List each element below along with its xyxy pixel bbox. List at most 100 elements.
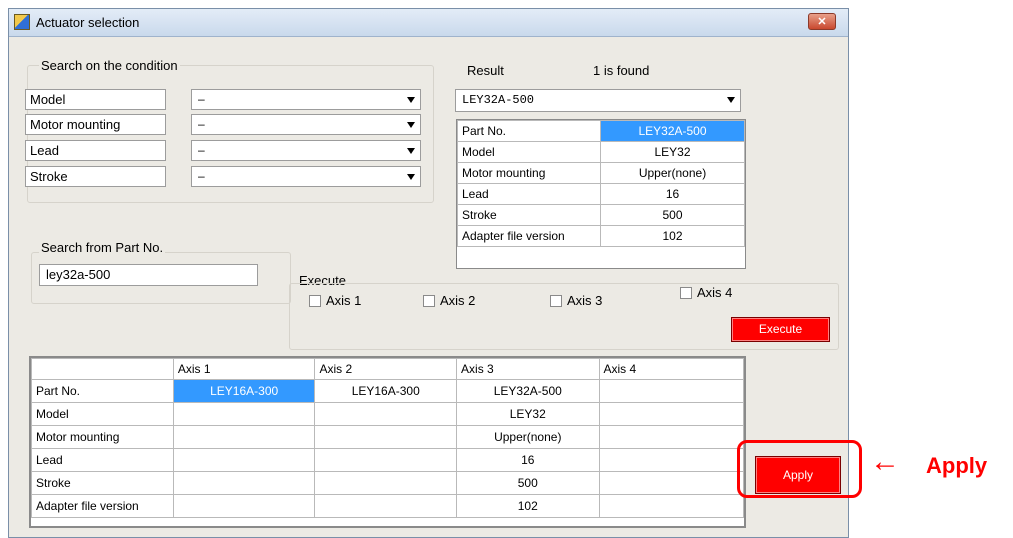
result-value[interactable]: 102 [600,225,745,247]
close-icon: ✕ [817,16,827,28]
axis-table-cell[interactable] [598,494,744,518]
axis-table-cell[interactable] [598,379,744,403]
axis-table-header: Axis 1 Axis 2 Axis 3 Axis 4 [31,358,744,380]
axis-table-cell[interactable] [314,494,458,518]
annotation-arrow: ← [870,445,900,478]
axis-table-cell[interactable]: LEY32A-500 [456,379,600,403]
axis-1-label: Axis 1 [326,293,362,308]
result-key: Lead [457,183,601,205]
axis-2-label: Axis 2 [440,293,476,308]
axis-table-cell[interactable]: 16 [456,448,600,472]
axis-table-key: Model [31,402,174,426]
axis-table-header-cell[interactable]: Axis 1 [172,358,316,380]
axis-table-header-cell[interactable]: Axis 3 [456,358,600,380]
axis-table-key: Adapter file version [31,494,174,518]
part-number-value: ley32a-500 [46,267,111,282]
axis-table-row[interactable]: Part No. LEY16A-300 LEY16A-300 LEY32A-500 [31,379,744,403]
axis-table-frame: Axis 1 Axis 2 Axis 3 Axis 4 Part No. LEY16A-3… [29,356,746,528]
execute-button[interactable]: Execute [731,317,830,342]
axis-table-cell[interactable] [172,425,316,449]
condition-select-model[interactable]: – [191,89,421,110]
axis-table-header-cell[interactable]: Axis 2 [314,358,458,380]
chevron-down-icon [407,97,415,103]
result-row[interactable]: Model LEY32 [457,141,745,163]
axis-table-key: Lead [31,448,174,472]
condition-select-lead[interactable]: – [191,140,421,161]
result-value[interactable]: 500 [600,204,745,226]
condition-label-model: Model [25,89,166,110]
result-label: Result [467,63,504,78]
result-row[interactable]: Part No. LEY32A-500 [457,120,745,142]
axis-table-cell[interactable] [172,471,316,495]
result-key: Stroke [457,204,601,226]
result-table: Part No. LEY32A-500 Model LEY32 Motor mounti… [457,120,745,247]
axis-table-cell[interactable] [598,425,744,449]
result-key: Motor mounting [457,162,601,184]
result-row[interactable]: Motor mounting Upper(none) [457,162,745,184]
axis-table-row[interactable]: Model LEY32 [31,402,744,426]
axis-table-cell[interactable]: LEY32 [456,402,600,426]
condition-select-value: – [198,169,205,183]
result-select-value: LEY32A-500 [462,93,535,107]
part-number-input[interactable]: ley32a-500 [39,264,258,286]
result-row[interactable]: Adapter file version 102 [457,225,745,247]
axis-table-row[interactable]: Stroke 500 [31,471,744,495]
axis-table-key: Part No. [31,379,174,403]
axis-4-checkbox[interactable] [680,287,692,299]
axis-table-cell[interactable] [172,402,316,426]
result-select[interactable]: LEY32A-500 [455,89,741,112]
condition-group-label: Search on the condition [39,58,180,73]
axis-table-cell[interactable]: 500 [456,471,600,495]
axis-table-cell[interactable] [172,494,316,518]
execute-button-label: Execute [758,322,803,336]
part-search-group-label: Search from Part No. [39,240,166,255]
chevron-down-icon [727,97,735,103]
result-key: Model [457,141,601,163]
condition-label-lead: Lead [25,140,166,161]
condition-select-value: – [198,92,205,106]
close-button[interactable]: ✕ [808,13,836,30]
axis-table-row[interactable]: Adapter file version 102 [31,494,744,518]
condition-select-stroke[interactable]: – [191,166,421,187]
axis-table-key: Stroke [31,471,174,495]
result-table-frame: Part No. LEY32A-500 Model LEY32 Motor mounti… [456,119,746,269]
result-value[interactable]: 16 [600,183,745,205]
axis-table-cell[interactable] [314,402,458,426]
condition-select-motor-mounting[interactable]: – [191,114,421,135]
axis-table-cell[interactable]: 102 [456,494,600,518]
axis-table-cell[interactable] [598,471,744,495]
axis-table: Axis 1 Axis 2 Axis 3 Axis 4 Part No. LEY16A-3… [31,358,744,518]
axis-table-header-cell[interactable] [31,358,174,380]
result-count: 1 is found [593,63,650,78]
app-icon [14,14,30,30]
axis-table-cell[interactable]: LEY16A-300 [172,379,316,403]
chevron-down-icon [407,122,415,128]
axis-table-row[interactable]: Motor mounting Upper(none) [31,425,744,449]
result-value[interactable]: Upper(none) [600,162,745,184]
result-row[interactable]: Lead 16 [457,183,745,205]
apply-highlight-box [737,440,862,498]
axis-table-cell[interactable] [598,448,744,472]
axis-3-checkbox[interactable] [550,295,562,307]
axis-2-checkbox[interactable] [423,295,435,307]
axis-table-cell[interactable] [172,448,316,472]
axis-table-cell[interactable] [314,448,458,472]
axis-table-cell[interactable] [314,471,458,495]
axis-table-cell[interactable]: Upper(none) [456,425,600,449]
axis-table-cell[interactable] [598,402,744,426]
axis-3-label: Axis 3 [567,293,603,308]
result-row[interactable]: Stroke 500 [457,204,745,226]
condition-select-value: – [198,117,205,131]
axis-table-key: Motor mounting [31,425,174,449]
axis-table-row[interactable]: Lead 16 [31,448,744,472]
chevron-down-icon [407,148,415,154]
result-value[interactable]: LEY32A-500 [600,120,745,142]
condition-select-value: – [198,143,205,157]
axis-table-cell[interactable] [314,425,458,449]
result-value[interactable]: LEY32 [600,141,745,163]
annotation-label: Apply [926,453,988,478]
axis-table-header-cell[interactable]: Axis 4 [598,358,744,380]
axis-1-checkbox[interactable] [309,295,321,307]
axis-table-cell[interactable]: LEY16A-300 [314,379,458,403]
actuator-selection-window: Actuator selection ✕ Search on the condi… [8,8,849,538]
